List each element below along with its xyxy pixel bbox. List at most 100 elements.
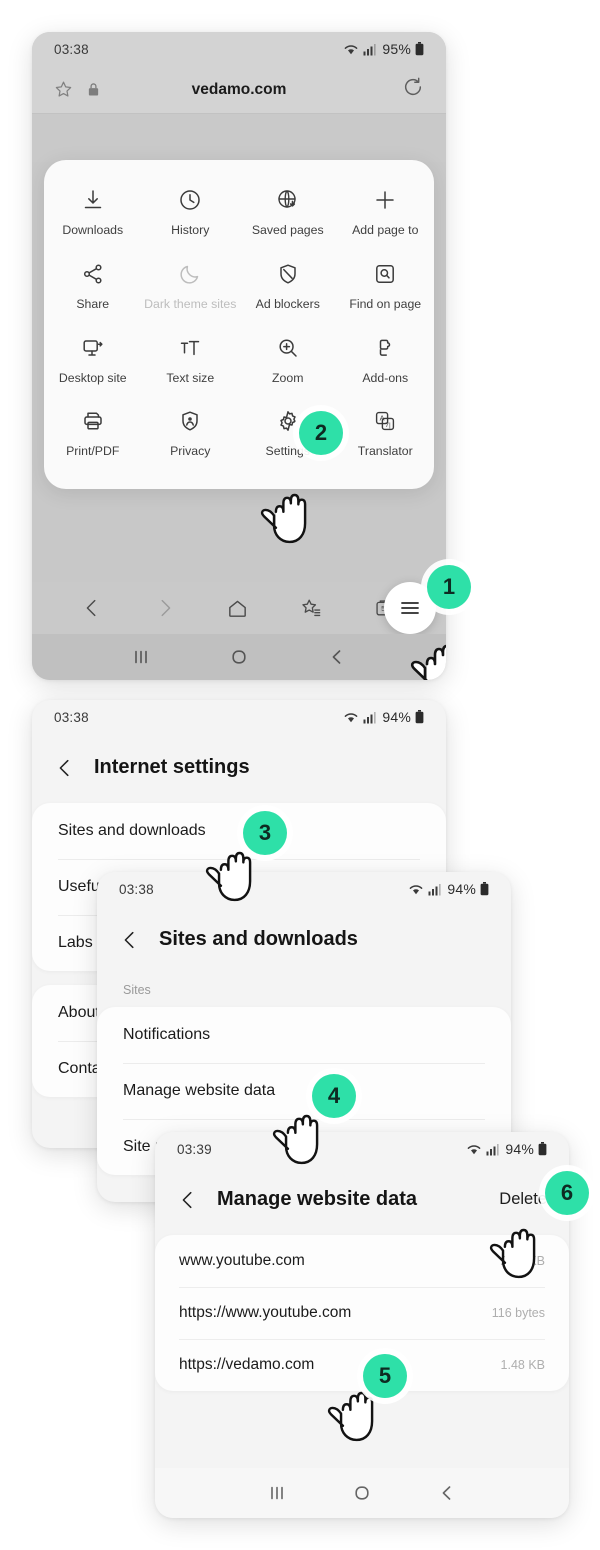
status-bar: 03:38 94% (97, 872, 511, 906)
menu-item-translator[interactable]: A 7| Translator (337, 395, 435, 469)
menu-item-label: Add-ons (362, 370, 409, 385)
svg-text:7|: 7| (386, 422, 392, 429)
menu-item-downloads[interactable]: Downloads (44, 174, 142, 248)
page-header: Internet settings (32, 734, 446, 803)
android-system-bar (32, 634, 446, 680)
monitor-icon (83, 339, 103, 356)
website-size: 116 bytes (491, 1306, 545, 1320)
status-time: 03:39 (177, 1141, 212, 1157)
back-icon[interactable] (81, 597, 103, 619)
status-indicators: 94% (466, 1141, 547, 1157)
wifi-icon (468, 1144, 481, 1154)
step-badge-4: 4 (312, 1074, 356, 1118)
menu-item-add-ons[interactable]: Add-ons (337, 322, 435, 396)
battery-icon (538, 1142, 547, 1156)
website-data-list: www.youtube.com 27.9 KB https://www.yout… (155, 1235, 569, 1391)
wifi-icon (410, 884, 423, 894)
printer-icon (84, 412, 102, 430)
page-title: Internet settings (94, 756, 250, 778)
menu-item-ad-blockers[interactable]: Ad blockers (239, 248, 337, 322)
menu-item-label: Translator (357, 444, 413, 459)
hand-cursor-2 (260, 493, 307, 544)
menu-item-zoom[interactable]: Zoom (239, 322, 337, 396)
browser-chrome: 03:38 95% vedamo.com (32, 32, 446, 162)
website-url: https://vedamo.com (179, 1356, 315, 1373)
menu-item-privacy[interactable]: Privacy (142, 395, 240, 469)
wifi-icon (345, 712, 358, 722)
back-chevron-icon[interactable] (437, 1483, 457, 1503)
step-badge-3: 3 (243, 811, 287, 855)
menu-item-find-on-page[interactable]: Find on page (337, 248, 435, 322)
status-time: 03:38 (54, 41, 89, 57)
table-row[interactable]: www.youtube.com 27.9 KB (155, 1235, 569, 1287)
svg-text:A: A (380, 414, 385, 423)
delete-button[interactable]: Delete (499, 1190, 547, 1209)
share-icon (83, 264, 102, 284)
cellular-signal-icon (486, 1143, 499, 1155)
browser-url-bar[interactable]: vedamo.com (32, 66, 446, 114)
menu-item-share[interactable]: Share (44, 248, 142, 322)
page-title: Manage website data (217, 1188, 418, 1210)
battery-percent: 94% (382, 709, 411, 725)
menu-item-label: Print/PDF (66, 444, 120, 459)
home-icon[interactable] (226, 597, 249, 620)
menu-item-history[interactable]: History (142, 174, 240, 248)
battery-percent: 94% (447, 881, 476, 897)
menu-item-dark-theme-sites[interactable]: Dark theme sites (142, 248, 240, 322)
bookmark-star-icon[interactable] (54, 80, 73, 99)
row-label: Notifications (123, 1026, 211, 1043)
page-title: Sites and downloads (159, 928, 358, 950)
menu-item-add-page-to[interactable]: Add page to (337, 174, 435, 248)
step-badge-1: 1 (427, 565, 471, 609)
table-row[interactable]: https://www.youtube.com 116 bytes (155, 1287, 569, 1339)
menu-item-text-size[interactable]: Text size (142, 322, 240, 396)
settings-row-manage-website-data[interactable]: Manage website data (97, 1063, 511, 1119)
recents-icon[interactable] (267, 1483, 287, 1503)
cellular-signal-icon (428, 883, 441, 895)
text-size-icon (181, 340, 200, 355)
menu-item-label: History (171, 223, 210, 237)
status-time: 03:38 (54, 709, 89, 725)
menu-item-desktop-site[interactable]: Desktop site (44, 322, 142, 396)
step-number: 4 (327, 1083, 341, 1108)
back-chevron-icon[interactable] (54, 757, 76, 779)
settings-row-sites-and-downloads[interactable]: Sites and downloads (32, 803, 446, 859)
step-number: 6 (560, 1180, 574, 1205)
bookmarks-icon[interactable] (300, 597, 323, 620)
status-bar: 03:38 95% (32, 32, 446, 66)
menu-item-label: Downloads (62, 223, 124, 237)
download-icon (84, 190, 101, 209)
battery-icon (480, 882, 489, 896)
status-bar: 03:39 94% (155, 1132, 569, 1166)
back-chevron-icon[interactable] (177, 1189, 199, 1211)
clock-icon (180, 190, 200, 210)
cellular-signal-icon (363, 43, 376, 55)
hamburger-menu-icon (401, 602, 419, 614)
menu-item-saved-pages[interactable]: Saved pages (239, 174, 337, 248)
battery-icon (415, 42, 424, 56)
reload-icon[interactable] (402, 76, 424, 98)
menu-item-label: Add page to (352, 223, 419, 237)
menu-item-label: Dark theme sites (144, 296, 237, 311)
phone-screen-browser-menu: 03:38 95% vedamo.com Downloads History S… (32, 32, 446, 680)
table-row[interactable]: https://vedamo.com 1.48 KB (155, 1339, 569, 1391)
status-indicators: 94% (408, 881, 489, 897)
recents-icon[interactable] (131, 647, 151, 667)
back-chevron-icon[interactable] (119, 929, 141, 951)
step-number: 3 (258, 820, 272, 845)
menu-item-print-pdf[interactable]: Print/PDF (44, 395, 142, 469)
menu-item-label: Text size (166, 370, 215, 385)
website-size: 1.48 KB (500, 1358, 545, 1372)
home-circle-icon[interactable] (352, 1483, 372, 1503)
forward-icon[interactable] (154, 597, 176, 619)
back-chevron-icon[interactable] (327, 647, 347, 667)
battery-icon (415, 710, 424, 724)
translate-icon: A 7| (376, 412, 395, 431)
find-in-page-icon (376, 264, 395, 283)
section-label-sites: Sites (123, 983, 151, 997)
settings-row-notifications[interactable]: Notifications (97, 1007, 511, 1063)
gear-icon (280, 411, 296, 432)
plus-icon (376, 191, 394, 209)
menu-item-label: Privacy (170, 444, 211, 459)
home-circle-icon[interactable] (229, 647, 249, 667)
